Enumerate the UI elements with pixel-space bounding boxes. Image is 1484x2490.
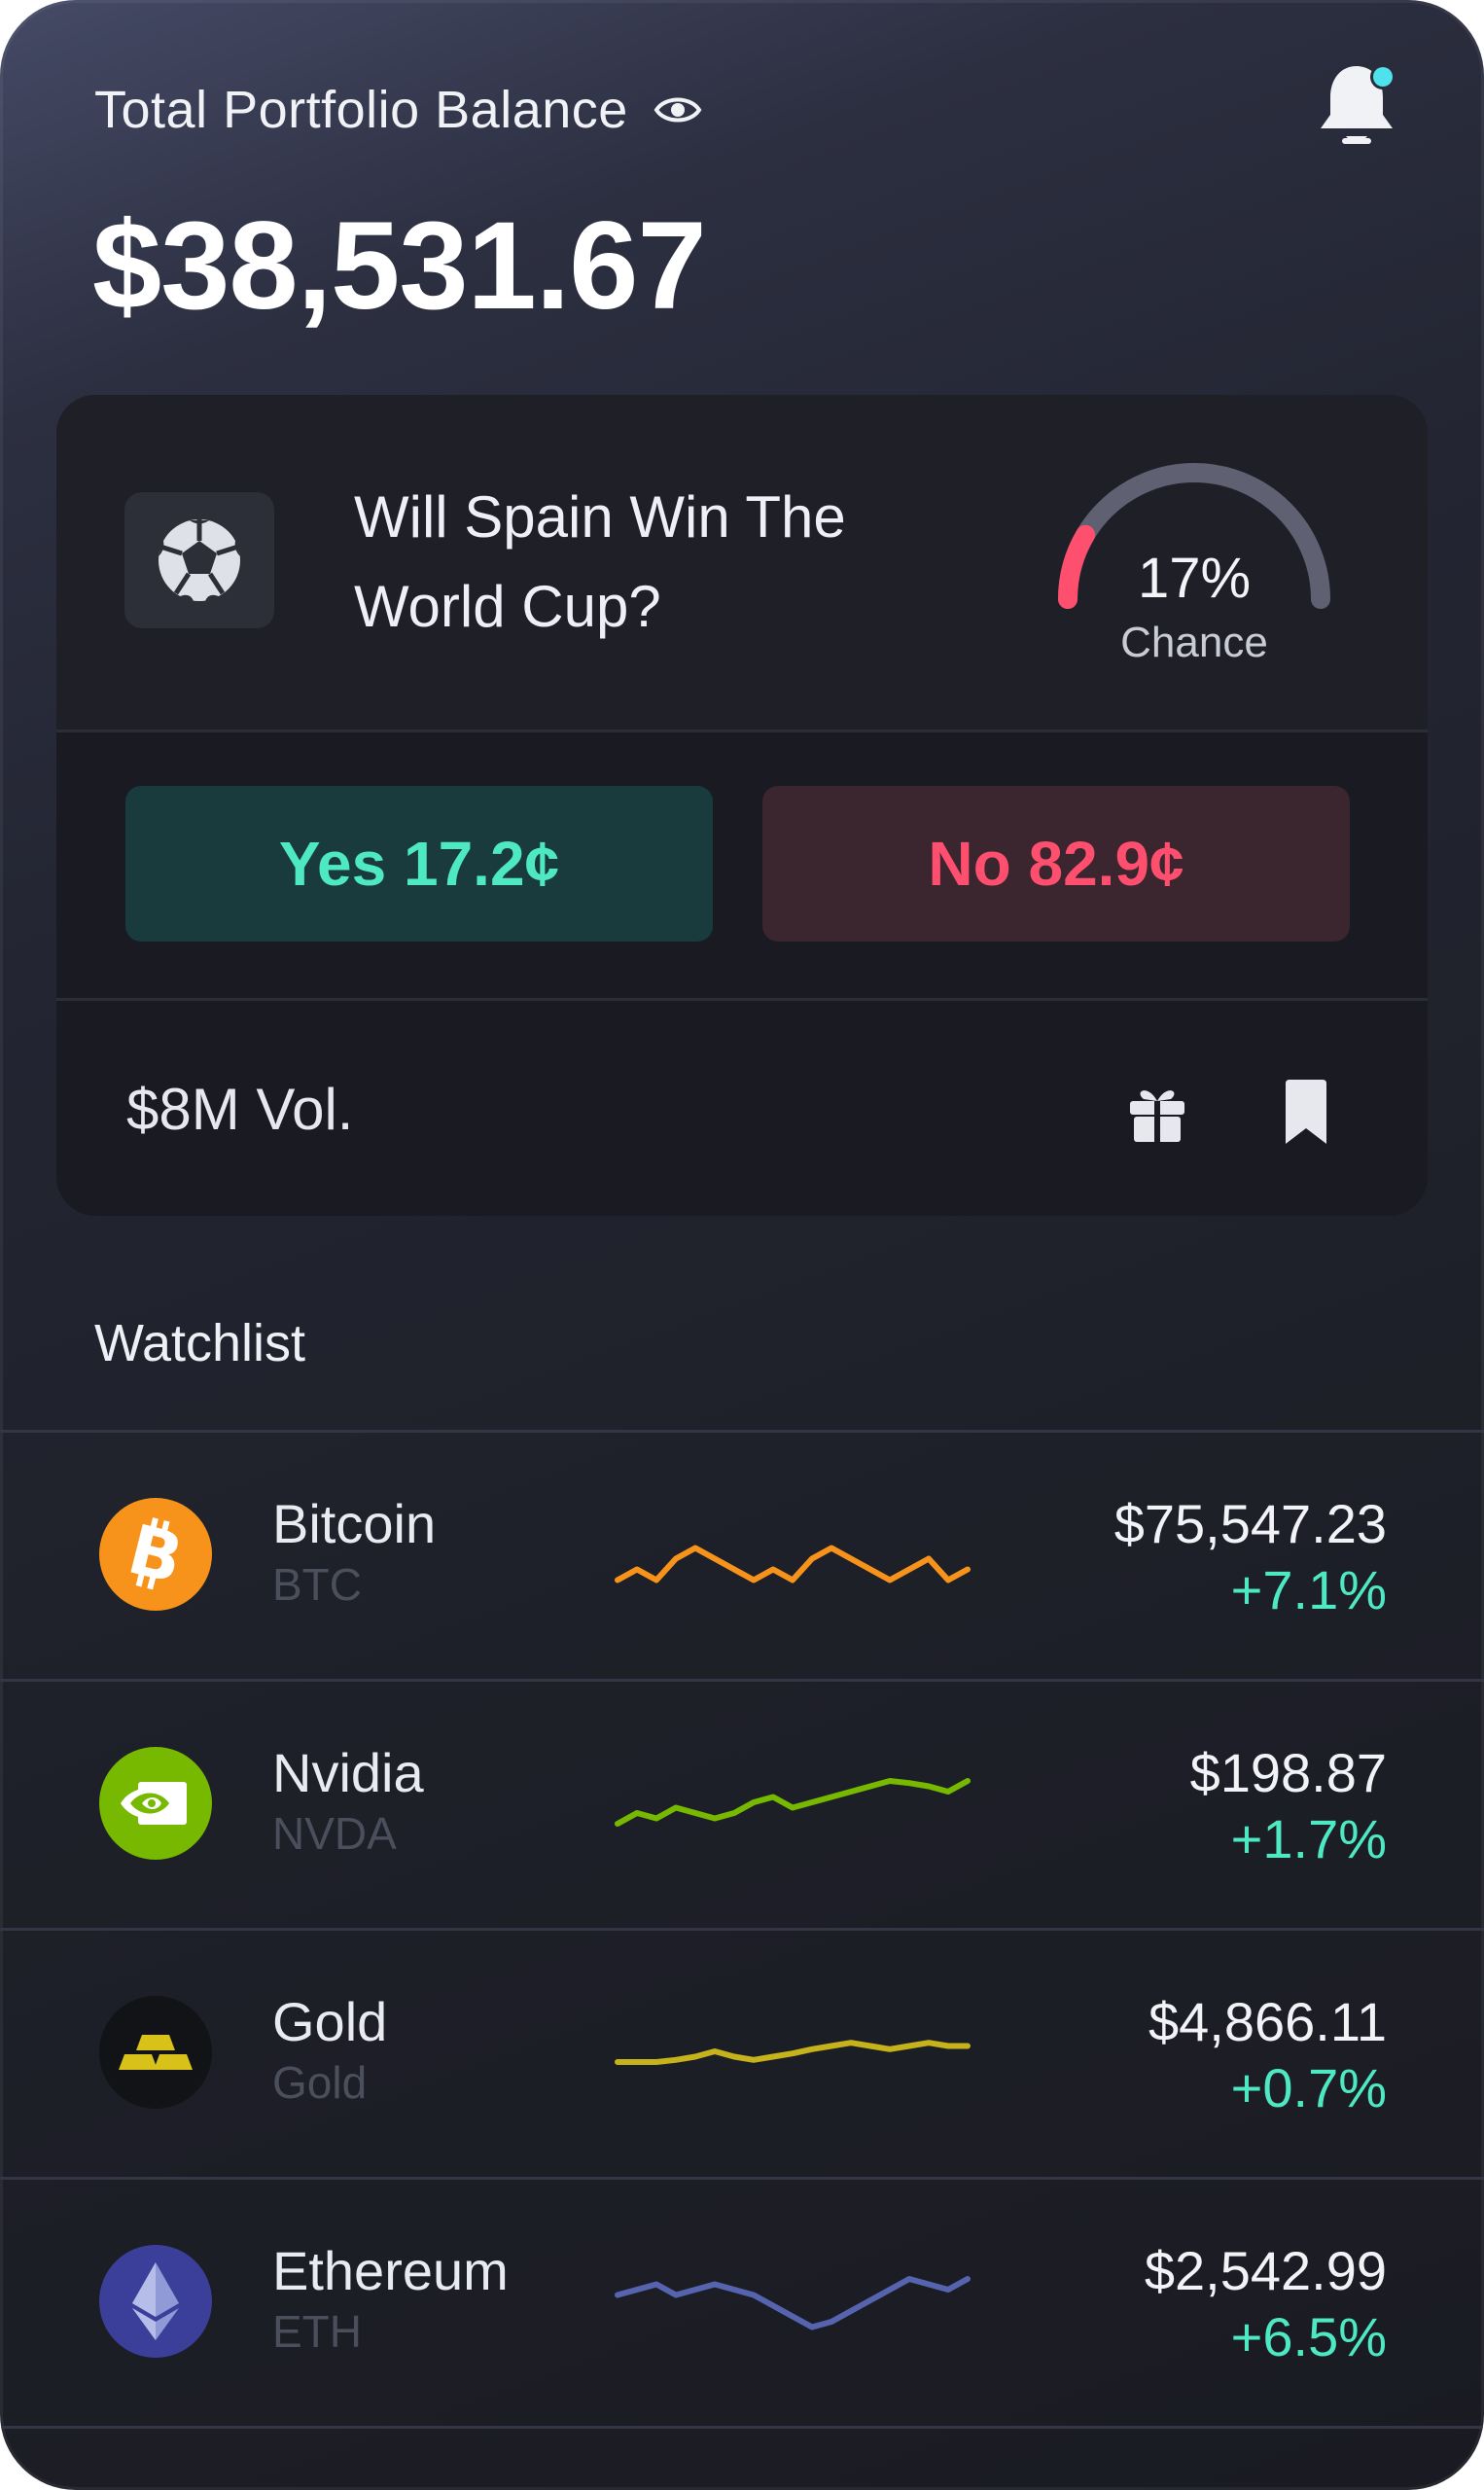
watchlist-divider (0, 2426, 1484, 2429)
chance-gauge: 17% Chance (1039, 453, 1350, 687)
watchlist-row-bitcoin[interactable]: B Bitcoin BTC $75,547.23 +7.1% (0, 1432, 1484, 1679)
watchlist-title: Watchlist (94, 1314, 306, 1372)
watchlist-row-ethereum[interactable]: Ethereum ETH $2,542.99 +6.5% (0, 2179, 1484, 2426)
ethereum-icon (99, 2245, 212, 2358)
portfolio-balance: $38,531.67 (92, 196, 707, 336)
asset-name: Ethereum (272, 2240, 509, 2301)
gold-bars-icon (99, 1996, 212, 2109)
asset-change: +7.1% (1230, 1559, 1387, 1620)
sparkline (615, 1545, 971, 1583)
asset-name: Gold (272, 1991, 388, 2052)
soccer-ball-icon (159, 519, 240, 601)
balance-title: Total Portfolio Balance (94, 81, 628, 139)
asset-change: +0.7% (1230, 2057, 1387, 2118)
sparkline-path (615, 2276, 971, 2330)
no-button[interactable]: No 82.9¢ (762, 786, 1350, 942)
portfolio-screen: Total Portfolio Balance $38,531.67 Will … (0, 0, 1484, 2490)
bookmark-icon[interactable] (1282, 1080, 1330, 1146)
bell-icon (1321, 64, 1396, 144)
sparkline (615, 2040, 971, 2065)
market-volume: $8M Vol. (126, 1077, 354, 1142)
asset-name: Nvidia (272, 1742, 424, 1803)
asset-name: Bitcoin (272, 1493, 437, 1554)
sparkline-path (615, 1778, 971, 1827)
balance-header: Total Portfolio Balance (94, 76, 702, 144)
question-line-2: World Cup? (354, 574, 661, 639)
asset-ticker: Gold (272, 2057, 368, 2108)
notifications-button[interactable] (1313, 60, 1400, 158)
sparkline (615, 2276, 971, 2330)
sparkline-path (615, 1545, 971, 1583)
question-line-1: Will Spain Win The (354, 484, 846, 550)
sparkline (615, 1778, 971, 1827)
prediction-market-card[interactable]: Will Spain Win The World Cup? 17% Chance… (56, 395, 1428, 1216)
eye-icon[interactable] (654, 90, 702, 129)
gift-icon[interactable] (1126, 1082, 1188, 1144)
watchlist-row-gold[interactable]: Gold Gold $4,866.11 +0.7% (0, 1930, 1484, 2177)
asset-change: +6.5% (1230, 2306, 1387, 2367)
asset-price: $2,542.99 (1144, 2240, 1387, 2301)
asset-change: +1.7% (1230, 1808, 1387, 1869)
asset-price: $75,547.23 (1113, 1493, 1387, 1554)
asset-price: $4,866.11 (1148, 1991, 1387, 2052)
market-icon-box (124, 492, 274, 628)
card-divider (56, 998, 1428, 1001)
chance-label: Chance (1120, 619, 1268, 666)
yes-button[interactable]: Yes 17.2¢ (125, 786, 713, 942)
asset-price: $198.87 (1189, 1742, 1387, 1803)
bitcoin-icon: B (99, 1498, 212, 1611)
asset-ticker: NVDA (272, 1808, 397, 1859)
nvidia-icon (99, 1747, 212, 1860)
notification-dot (1373, 67, 1393, 87)
asset-ticker: BTC (272, 1559, 362, 1610)
card-divider (56, 729, 1428, 732)
chance-percent: 17% (1137, 547, 1252, 610)
asset-ticker: ETH (272, 2306, 362, 2357)
sparkline-path (615, 2040, 971, 2065)
market-question: Will Spain Win The World Cup? (354, 473, 976, 652)
watchlist-row-nvidia[interactable]: Nvidia NVDA $198.87 +1.7% (0, 1681, 1484, 1928)
